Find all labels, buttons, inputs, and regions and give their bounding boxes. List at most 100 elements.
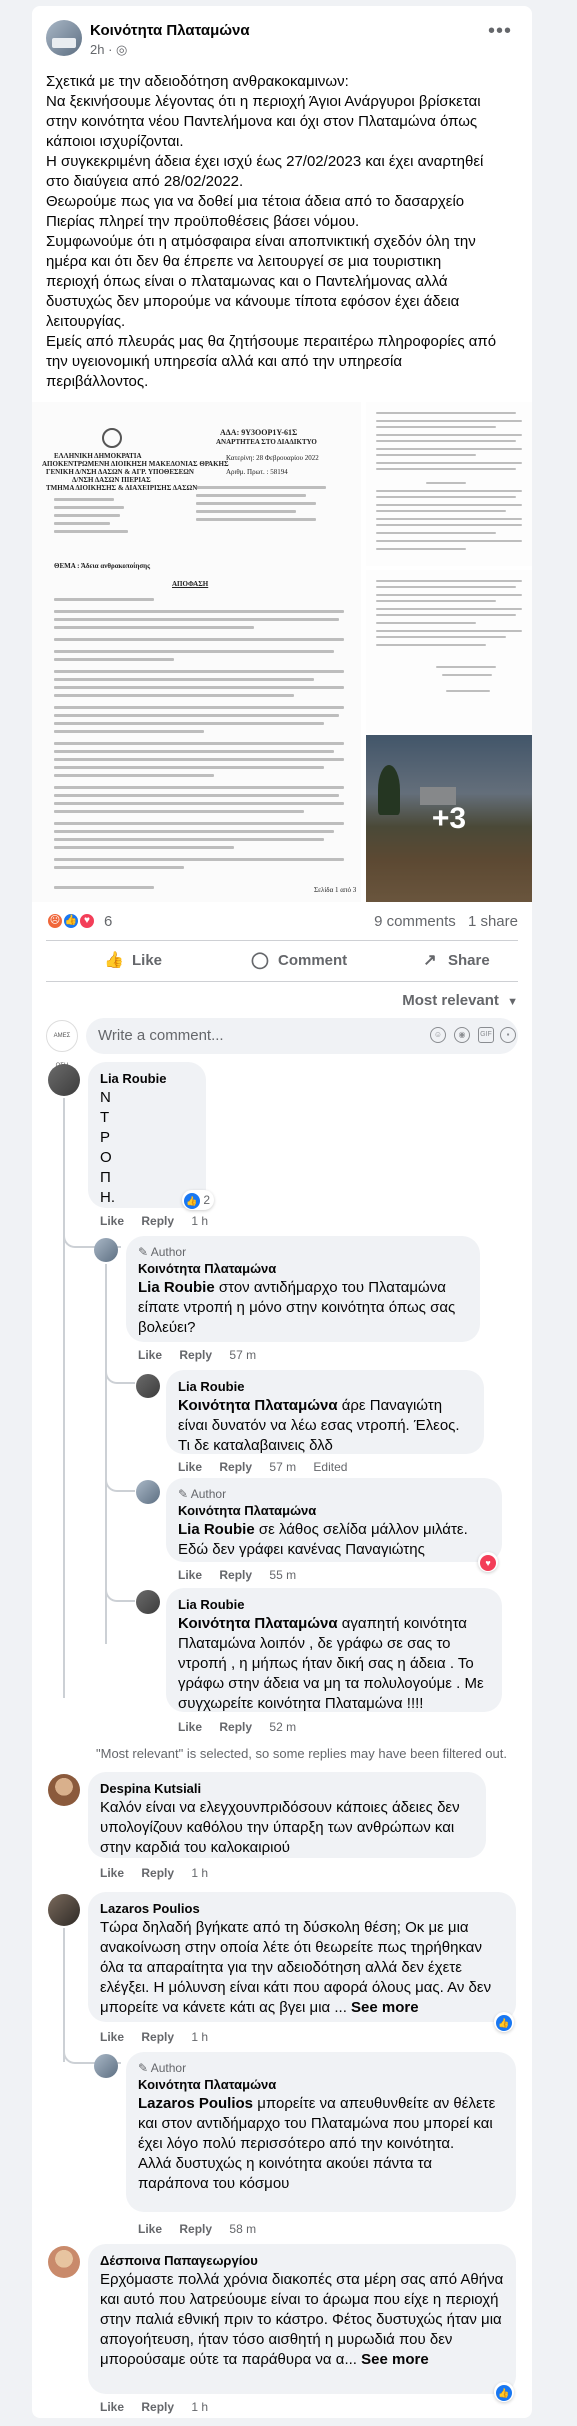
page-avatar[interactable] bbox=[46, 20, 82, 56]
comment-time[interactable]: 52 m bbox=[269, 1720, 296, 1734]
share-icon: ↗ bbox=[423, 952, 437, 969]
comment-text: Ερχόμαστε πολλά χρόνια διακοπές στα μέρη… bbox=[100, 2271, 504, 2368]
comment-time[interactable]: 1 h bbox=[191, 1866, 208, 1880]
comment-like-link[interactable]: Like bbox=[100, 1214, 124, 1228]
comment-reply-link[interactable]: Reply bbox=[141, 2400, 174, 2414]
gif-icon[interactable]: GIF bbox=[478, 1027, 494, 1043]
comment-time[interactable]: 1 h bbox=[191, 1214, 208, 1228]
avatar[interactable] bbox=[48, 1774, 80, 1806]
comment-time[interactable]: 58 m bbox=[229, 2222, 256, 2236]
comment-author[interactable]: Lia Roubie bbox=[100, 1070, 194, 1088]
comment-reactions[interactable]: 👍 bbox=[494, 2382, 514, 2402]
document-image[interactable]: ΕΛΛΗΝΙΚΗ ΔΗΜΟΚΡΑΤΙΑ ΑΠΟΚΕΝΤΡΩΜΕΝΗ ΔΙΟΙΚΗ… bbox=[32, 402, 363, 902]
comment-sort-dropdown[interactable]: Most relevant ▼ bbox=[402, 992, 518, 1009]
shares-count[interactable]: 1 share bbox=[468, 913, 518, 930]
comment-bubble: Lazaros Poulios Τώρα δηλαδή βγήκατε από … bbox=[88, 1892, 516, 2022]
post-time[interactable]: 2h bbox=[90, 42, 104, 57]
caret-down-icon: ▼ bbox=[507, 996, 518, 1008]
like-reaction-icon: 👍 bbox=[496, 2384, 512, 2401]
globe-icon: ◎ bbox=[116, 42, 128, 57]
page-avatar[interactable] bbox=[136, 1480, 160, 1504]
comment-bubble: ✎ Author Κοινότητα Πλαταμώνα Lazaros Pou… bbox=[126, 2052, 516, 2212]
document-page-3[interactable] bbox=[366, 570, 532, 735]
like-reaction-icon[interactable]: 👍 bbox=[62, 912, 80, 930]
comment-time[interactable]: 57 m bbox=[269, 1460, 296, 1474]
see-more-link[interactable]: See more bbox=[361, 2351, 429, 2368]
more-options-button[interactable]: ••• bbox=[482, 20, 518, 50]
comment-like-link[interactable]: Like bbox=[178, 1720, 202, 1734]
filter-note: "Most relevant" is selected, so some rep… bbox=[96, 1746, 507, 1761]
document-page-2[interactable] bbox=[366, 402, 532, 568]
comment-reply-link[interactable]: Reply bbox=[141, 1214, 174, 1228]
comment-like-link[interactable]: Like bbox=[178, 1568, 202, 1582]
comment-bubble: Lia Roubie Κοινότητα Πλαταμώνα άρε Παναγ… bbox=[166, 1370, 484, 1454]
engagement-stats: 9 comments 1 share bbox=[374, 913, 518, 930]
like-reaction-icon: 👍 bbox=[496, 2014, 512, 2031]
comment-bubble: Lia Roubie Κοινότητα Πλαταμώνα αγαπητή κ… bbox=[166, 1588, 502, 1712]
see-more-link[interactable]: See more bbox=[351, 1999, 419, 2016]
comment-like-link[interactable]: Like bbox=[100, 1866, 124, 1880]
comment-reply-link[interactable]: Reply bbox=[179, 2222, 212, 2236]
comment-reply-link[interactable]: Reply bbox=[219, 1720, 252, 1734]
share-button[interactable]: ↗ Share bbox=[420, 941, 489, 981]
comment-reply-link[interactable]: Reply bbox=[219, 1460, 252, 1474]
more-photos-overlay[interactable]: +3 bbox=[366, 735, 532, 902]
comment-time[interactable]: 55 m bbox=[269, 1568, 296, 1582]
mention-link[interactable]: Lia Roubie bbox=[178, 1521, 259, 1538]
comment-bubble: Lia Roubie Ν Τ Ρ Ο Π Η. bbox=[88, 1062, 206, 1208]
comment-author[interactable]: Lia Roubie bbox=[178, 1596, 490, 1614]
comments-count[interactable]: 9 comments bbox=[374, 913, 456, 930]
comment-like-link[interactable]: Like bbox=[100, 2400, 124, 2414]
avatar[interactable] bbox=[48, 1894, 80, 1926]
comment-like-link[interactable]: Like bbox=[138, 2222, 162, 2236]
page-avatar[interactable] bbox=[94, 1238, 118, 1262]
angry-reaction-icon[interactable]: ☹ bbox=[46, 912, 64, 930]
love-reaction-icon[interactable]: ♥ bbox=[78, 912, 96, 930]
comment-reactions[interactable]: 👍 bbox=[494, 2012, 514, 2032]
comment-reply-link[interactable]: Reply bbox=[141, 2030, 174, 2044]
mention-link[interactable]: Κοινότητα Πλαταμώνα bbox=[178, 1397, 342, 1414]
avatar[interactable] bbox=[48, 1064, 80, 1096]
avatar[interactable] bbox=[48, 2246, 80, 2278]
camera-icon[interactable]: ◉ bbox=[454, 1027, 470, 1043]
page-avatar[interactable] bbox=[94, 2054, 118, 2078]
comment-time[interactable]: 57 m bbox=[229, 1348, 256, 1362]
mention-link[interactable]: Lazaros Poulios bbox=[138, 2095, 257, 2112]
comment-author[interactable]: Despina Kutsiali bbox=[100, 1780, 474, 1798]
comment-reply-link[interactable]: Reply bbox=[141, 1866, 174, 1880]
avatar[interactable] bbox=[136, 1590, 160, 1614]
pencil-icon: ✎ bbox=[138, 1245, 149, 1259]
comment-button[interactable]: ◯ Comment bbox=[250, 941, 347, 981]
comment-like-link[interactable]: Like bbox=[178, 1460, 202, 1474]
comment-reply-link[interactable]: Reply bbox=[179, 1348, 212, 1362]
comment-actions: Like Reply 1 h bbox=[100, 2030, 222, 2044]
comment-time[interactable]: 1 h bbox=[191, 2400, 208, 2414]
reaction-count[interactable]: 6 bbox=[104, 913, 112, 930]
comment-author[interactable]: Κοινότητα Πλαταμώνα bbox=[178, 1502, 490, 1520]
post-actions-bar: 👍 Like ◯ Comment ↗ Share bbox=[46, 940, 518, 982]
mention-link[interactable]: Lia Roubie bbox=[138, 1279, 219, 1296]
comment-like-link[interactable]: Like bbox=[100, 2030, 124, 2044]
love-reaction-icon: ♥ bbox=[480, 1554, 496, 1571]
comment-author[interactable]: Lazaros Poulios bbox=[100, 1900, 504, 1918]
page-name[interactable]: Κοινότητα Πλαταμώνα bbox=[90, 22, 250, 39]
comment-reactions[interactable]: ♥ bbox=[478, 1552, 498, 1572]
comment-time[interactable]: 1 h bbox=[191, 2030, 208, 2044]
comment-reply-link[interactable]: Reply bbox=[219, 1568, 252, 1582]
comment-author[interactable]: Lia Roubie bbox=[178, 1378, 472, 1396]
comment-reactions[interactable]: 👍 2 bbox=[182, 1190, 215, 1210]
like-button[interactable]: 👍 Like bbox=[104, 941, 162, 981]
avatar[interactable] bbox=[136, 1374, 160, 1398]
comment-author[interactable]: Δέσποινα Παπαγεωργίου bbox=[100, 2252, 504, 2270]
author-badge: ✎ Author bbox=[138, 2061, 187, 2075]
emblem-icon bbox=[102, 428, 122, 448]
comment-like-link[interactable]: Like bbox=[138, 1348, 162, 1362]
mention-link[interactable]: Κοινότητα Πλαταμώνα bbox=[178, 1615, 342, 1632]
emoji-icon[interactable]: ☺ bbox=[430, 1027, 446, 1043]
site-photo[interactable]: +3 bbox=[366, 735, 532, 902]
sticker-icon[interactable]: ▪ bbox=[500, 1027, 516, 1043]
comment-author[interactable]: Κοινότητα Πλαταμώνα bbox=[138, 1260, 468, 1278]
comment-author[interactable]: Κοινότητα Πλαταμώνα bbox=[138, 2076, 504, 2094]
post-card: Κοινότητα Πλαταμώνα 2h · ◎ ••• Σχετικά μ… bbox=[32, 6, 532, 2418]
my-avatar[interactable]: ΑΜΕΣ ΟΣΗ bbox=[46, 1020, 78, 1069]
